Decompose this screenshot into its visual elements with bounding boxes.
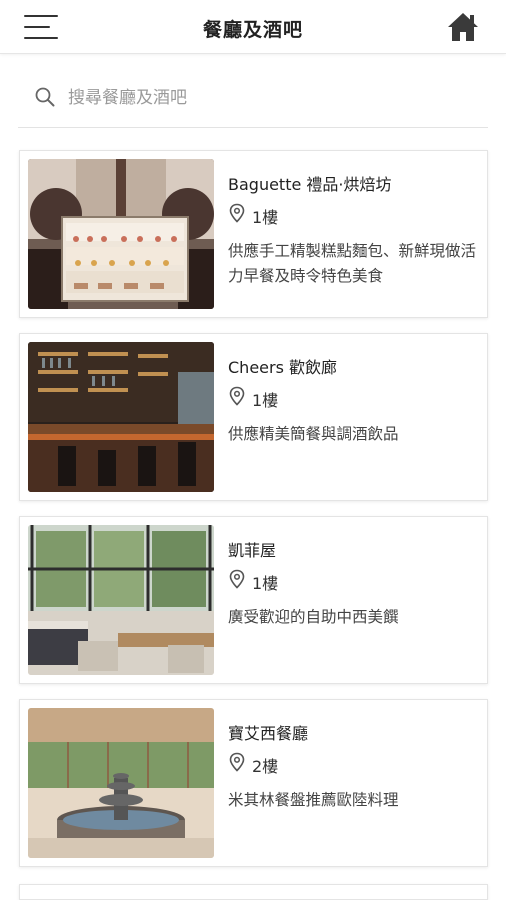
restaurant-photo [28,708,214,858]
restaurant-photo [28,342,214,492]
restaurant-card[interactable] [19,884,488,900]
location-pin-icon [228,203,246,223]
location-pin-icon [228,386,246,406]
restaurant-name: Baguette 禮品·烘焙坊 [228,175,392,194]
restaurant-description: 廣受歡迎的自助中西美饌 [228,608,399,626]
restaurant-floor: 1樓 [252,208,279,227]
restaurant-card[interactable]: Cheers 歡飲廊 1樓 供應精美簡餐與調酒飲品 [19,333,488,501]
restaurant-description: 米其林餐盤推薦歐陸料理 [228,791,399,809]
restaurant-card[interactable]: Baguette 禮品·烘焙坊 1樓 供應手工精製糕點麵包、新鮮現做活力早餐及時… [19,150,488,318]
search-input[interactable] [68,82,478,114]
restaurant-name: 凱菲屋 [228,541,277,560]
restaurant-name: Cheers 歡飲廊 [228,358,338,377]
restaurant-photo [28,525,214,675]
restaurant-card[interactable]: 寶艾西餐廳 2樓 米其林餐盤推薦歐陸料理 [19,699,488,867]
app-header: 餐廳及酒吧 [0,0,506,54]
restaurant-card[interactable]: 凱菲屋 1樓 廣受歡迎的自助中西美饌 [19,516,488,684]
search-icon [34,86,56,108]
restaurant-floor: 1樓 [252,391,279,410]
restaurant-floor: 2樓 [252,757,279,776]
restaurant-description: 供應精美簡餐與調酒飲品 [228,425,399,443]
search-bar [18,72,488,128]
location-pin-icon [228,752,246,772]
restaurant-floor: 1樓 [252,574,279,593]
location-pin-icon [228,569,246,589]
home-icon[interactable] [446,10,480,44]
restaurant-description: 供應手工精製糕點麵包、新鮮現做活力早餐及時令特色美食 [228,242,477,285]
restaurant-photo [28,159,214,309]
restaurant-name: 寶艾西餐廳 [228,724,309,743]
page-title: 餐廳及酒吧 [202,19,303,41]
